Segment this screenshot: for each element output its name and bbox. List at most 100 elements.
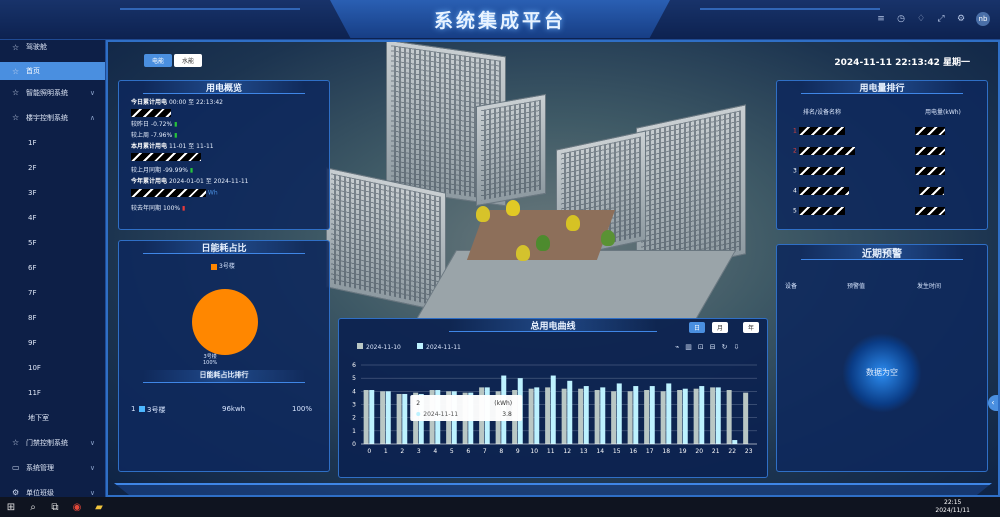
tab-water[interactable]: 水能 [174, 54, 203, 67]
avatar[interactable]: nb [976, 12, 990, 26]
yday-row: 较昨日 -0.72% ▮ [131, 119, 177, 128]
bell-icon[interactable]: ♢ [916, 14, 926, 24]
bar-2024-11-10-0[interactable] [363, 390, 369, 444]
sidebar-item-home[interactable]: ☆ 首页 [0, 62, 105, 80]
sidebar-floor-9f[interactable]: 9F [0, 330, 105, 355]
bar-2024-11-11-16[interactable] [633, 386, 639, 444]
bar-2024-11-10-15[interactable] [611, 391, 617, 444]
bar-2024-11-10-2[interactable] [396, 393, 402, 444]
bar-2024-11-11-20[interactable] [699, 386, 705, 444]
y-tick-label: 3 [352, 402, 356, 409]
clock-icon[interactable]: ◷ [896, 14, 906, 24]
bar-2024-11-10-11[interactable] [545, 387, 551, 444]
sidebar-item-access-control[interactable]: ☆ 门禁控制系统 ∨ [0, 430, 105, 455]
tree [506, 200, 520, 216]
bar-2024-11-10-22[interactable] [726, 390, 732, 444]
lastmonth-value: -99.99% [162, 167, 188, 174]
bar-2024-11-10-19[interactable] [677, 390, 683, 444]
legend-swatch[interactable] [417, 343, 423, 349]
sidebar-item-unit[interactable]: ⚙ 单位班级 ∨ [0, 480, 105, 497]
monitor-icon: ▭ [12, 463, 20, 472]
bar-2024-11-11-15[interactable] [616, 383, 622, 444]
sidebar-floor-8f[interactable]: 8F [0, 305, 105, 330]
bar-2024-11-11-17[interactable] [649, 386, 655, 444]
pie-slice-label: 3号楼 100% [203, 354, 217, 366]
sidebar-floor-11f[interactable]: 11F [0, 380, 105, 405]
sidebar-item-lighting[interactable]: ☆ 智能照明系统 ∨ [0, 80, 105, 105]
sidebar-floor-5f[interactable]: 5F [0, 230, 105, 255]
expand-icon[interactable]: ⤢ [936, 14, 946, 24]
rank-row: 4 [793, 187, 944, 195]
bar-2024-11-11-13[interactable] [583, 386, 589, 444]
sidebar-floor-basement[interactable]: 地下室 [0, 405, 105, 430]
bar-2024-11-10-21[interactable] [710, 387, 716, 444]
settings-icon[interactable]: ⚙ [956, 14, 966, 24]
sidebar-item-building-control[interactable]: ☆ 楼宇控制系统 ∧ [0, 105, 105, 130]
sidebar-item-system-admin[interactable]: ▭ 系统管理 ∨ [0, 455, 105, 480]
x-tick-label: 18 [662, 448, 670, 455]
bar-2024-11-10-13[interactable] [578, 388, 584, 444]
sidebar-floor-10f[interactable]: 10F [0, 355, 105, 380]
alerts-panel: 近期预警 设备 预警值 发生时间 数据为空 [776, 244, 988, 472]
week-label: 较上周 [131, 132, 150, 139]
x-tick-label: 21 [712, 448, 720, 455]
y-tick-label: 0 [352, 441, 356, 448]
bar-2024-11-10-18[interactable] [660, 391, 666, 444]
sidebar-floor-6f[interactable]: 6F [0, 255, 105, 280]
bar-2024-11-11-11[interactable] [550, 375, 556, 444]
clock-date: 2024/11/11 [935, 507, 970, 514]
bar-2024-11-10-1[interactable] [380, 391, 386, 444]
bar-2024-11-11-21[interactable] [715, 387, 721, 444]
sidebar-floor-4f[interactable]: 4F [0, 205, 105, 230]
bar-2024-11-10-10[interactable] [528, 388, 534, 444]
sidebar-item-cockpit[interactable]: ☆ 驾驶舱 [0, 40, 105, 54]
arrow-down-icon: ▮ [174, 121, 178, 128]
col-alert-value: 预警值 [847, 283, 866, 290]
bar-2024-11-11-10[interactable] [534, 387, 540, 444]
rank-swatch [139, 406, 145, 412]
menu-icon[interactable]: ≡ [876, 14, 886, 24]
browser-icon[interactable]: ◉ [66, 497, 88, 517]
bar-2024-11-10-16[interactable] [627, 391, 633, 444]
rank-percent: 100% [292, 405, 313, 413]
building-wing [476, 93, 546, 207]
tab-electricity[interactable]: 电能 [144, 54, 173, 67]
bar-2024-11-11-0[interactable] [369, 390, 375, 444]
collapse-button[interactable]: ‹ [988, 395, 998, 411]
y-tick-label: 6 [352, 362, 356, 369]
tooltip-value: 3.8 [502, 411, 512, 418]
bar-2024-11-11-1[interactable] [385, 391, 391, 444]
pie-slice-3hao[interactable] [192, 289, 258, 355]
bar-2024-11-11-22[interactable] [732, 440, 738, 444]
sidebar-floor-1f[interactable]: 1F [0, 130, 105, 155]
bar-2024-11-10-23[interactable] [743, 392, 749, 444]
bar-2024-11-11-12[interactable] [567, 380, 573, 444]
bar-2024-11-10-12[interactable] [561, 388, 567, 444]
sidebar-floor-7f[interactable]: 7F [0, 280, 105, 305]
bar-2024-11-11-2[interactable] [402, 393, 408, 444]
sidebar-floor-3f[interactable]: 3F [0, 180, 105, 205]
tooltip-series: 2024-11-11 [423, 411, 458, 418]
search-icon[interactable]: ⌕ [22, 497, 44, 517]
panel-title: 用电量排行 [801, 81, 963, 94]
legend-swatch[interactable] [357, 343, 363, 349]
folder-icon[interactable]: ▰ [88, 497, 110, 517]
windows-start-icon[interactable]: ⊞ [0, 497, 22, 517]
bar-2024-11-10-20[interactable] [693, 388, 699, 444]
bar-2024-11-11-18[interactable] [666, 383, 672, 444]
task-view-icon[interactable]: ⧉ [44, 497, 66, 517]
chevron-down-icon: ∨ [89, 88, 95, 97]
sidebar-item-label: 楼宇控制系统 [26, 113, 68, 122]
bar-2024-11-10-17[interactable] [644, 390, 650, 444]
x-tick-label: 10 [530, 448, 538, 455]
x-tick-label: 14 [596, 448, 604, 455]
bar-2024-11-10-14[interactable] [594, 390, 600, 444]
bar-2024-11-11-14[interactable] [600, 387, 606, 444]
bar-2024-11-11-19[interactable] [682, 388, 688, 444]
sidebar-floor-2f[interactable]: 2F [0, 155, 105, 180]
rank-row: 2 [793, 147, 945, 155]
sidebar-item-label: 系统管理 [26, 463, 54, 472]
chevron-up-icon: ∧ [89, 113, 95, 122]
sidebar-item-label: 智能照明系统 [26, 88, 68, 97]
top-bar: 系统集成平台 ≡ ◷ ♢ ⤢ ⚙ nb [0, 0, 1000, 40]
